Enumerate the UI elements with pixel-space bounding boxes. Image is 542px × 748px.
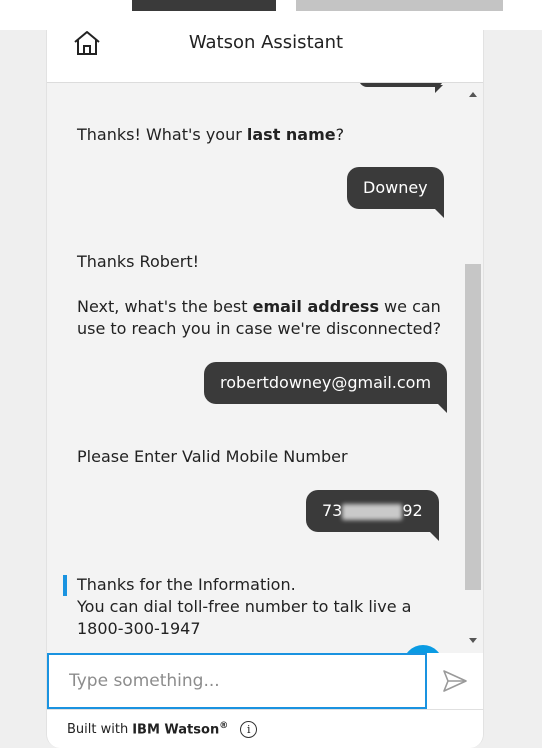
previous-user-bubble [359, 83, 443, 87]
brand-text: IBM Watson [132, 722, 220, 738]
bot-text: we can [378, 297, 441, 316]
message-input[interactable] [47, 653, 427, 709]
user-text: robertdowney@gmail.com [220, 373, 432, 392]
bot-text: ? [335, 125, 345, 144]
header-title: Watson Assistant [188, 32, 344, 53]
bot-bold-text: email address [252, 297, 379, 316]
message-accent-bar [63, 575, 67, 596]
top-dark-bar [132, 0, 276, 11]
bot-text: Next, what's the best [77, 297, 253, 316]
user-message-mobile: 73 92 [306, 490, 439, 541]
bot-text: 1800-300-1947 [77, 619, 201, 638]
bot-text: Thanks for the Information. [77, 575, 296, 594]
scroll-down-arrow-icon[interactable] [469, 638, 477, 643]
chat-messages: Thanks! What's your last name? Downey Th… [47, 83, 483, 653]
input-row [47, 653, 483, 709]
scrollbar-thumb[interactable] [465, 264, 481, 590]
bot-text: Please Enter Valid Mobile Number [77, 447, 348, 466]
user-message-downey: Downey [347, 167, 444, 218]
help-button[interactable]: ? [403, 645, 443, 653]
bot-message-last-name: Thanks! What's your last name? [77, 124, 344, 146]
top-light-bar [296, 0, 503, 11]
bot-text: Thanks! What's your [77, 125, 247, 144]
chat-header: Watson Assistant [47, 30, 483, 83]
built-with-label: Built with [67, 721, 129, 737]
user-message-email: robertdowney@gmail.com [204, 362, 448, 413]
chat-panel: Watson Assistant Thanks! What's your las… [46, 30, 484, 748]
chat-footer: Built with IBM Watson® i [47, 709, 483, 748]
user-text: 92 [402, 501, 423, 520]
trademark-symbol: ® [219, 720, 229, 731]
scroll-up-arrow-icon[interactable] [469, 92, 477, 97]
info-button[interactable]: i [240, 720, 258, 738]
info-icon: i [246, 722, 251, 736]
redacted-digits [342, 503, 403, 520]
bot-text: You can dial toll-free number to talk li… [77, 597, 412, 616]
bot-text: Thanks Robert! [77, 252, 199, 271]
brand-name: IBM Watson® [132, 721, 228, 737]
send-icon [443, 670, 467, 692]
bot-message-email: Thanks Robert! Next, what's the best ema… [77, 251, 441, 340]
bot-message-info: Thanks for the Information. You can dial… [77, 574, 411, 640]
user-text: 73 [322, 501, 343, 520]
bot-text: use to reach you in case we're disconnec… [77, 319, 442, 338]
bot-message-mobile: Please Enter Valid Mobile Number [77, 446, 348, 468]
user-text: Downey [363, 178, 428, 197]
previous-user-bubble-tail [435, 85, 443, 93]
bot-bold-text: last name [246, 125, 336, 144]
send-button[interactable] [441, 667, 469, 695]
chat-scrollbar[interactable] [465, 83, 483, 653]
page-top-strip [0, 0, 542, 30]
